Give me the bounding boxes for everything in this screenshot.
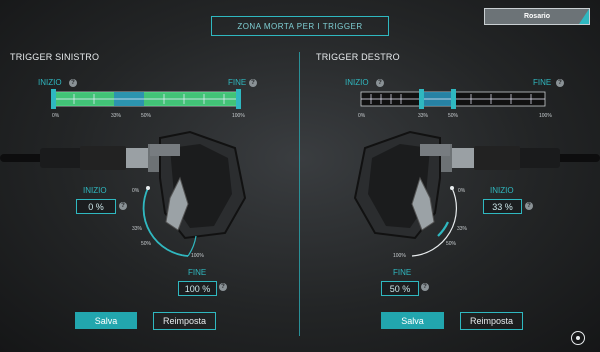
right-end-value-label: FINE: [393, 268, 412, 277]
circle-settings-icon[interactable]: [571, 331, 585, 345]
right-end-label: FINE: [533, 78, 552, 87]
right-trigger-title: TRIGGER DESTRO: [316, 52, 400, 62]
left-start-value-label: INIZIO: [83, 186, 107, 195]
right-end-value-field[interactable]: 50 %: [381, 281, 419, 296]
right-start-value-label: INIZIO: [490, 186, 514, 195]
left-end-handle[interactable]: [236, 89, 241, 109]
right-end-handle[interactable]: [451, 89, 456, 109]
left-range-bar[interactable]: [50, 89, 242, 111]
right-dial-tick-33: 33%: [457, 226, 468, 232]
profile-selector[interactable]: Rosario: [484, 8, 590, 25]
profile-corner-accent: [579, 9, 589, 24]
help-icon[interactable]: ?: [556, 79, 564, 87]
help-icon[interactable]: ?: [525, 202, 533, 210]
right-dial-arc: [437, 221, 449, 237]
left-dial-tick-0: 0%: [132, 188, 140, 194]
left-start-handle[interactable]: [51, 89, 56, 109]
left-trigger-title: TRIGGER SINISTRO: [10, 52, 100, 62]
right-dial-tick-100: 100%: [393, 253, 406, 259]
right-range-bar[interactable]: [357, 89, 549, 111]
right-dial-tick-50: 50%: [446, 241, 457, 247]
left-end-label: FINE: [228, 78, 247, 87]
left-save-button[interactable]: Salva: [75, 312, 137, 329]
help-icon[interactable]: ?: [219, 283, 227, 291]
left-end-value-label: FINE: [188, 268, 207, 277]
left-dial-tick-50: 50%: [141, 241, 152, 247]
left-start-label: INIZIO: [38, 78, 62, 87]
right-start-handle[interactable]: [419, 89, 424, 109]
right-start-value-field[interactable]: 33 %: [483, 199, 522, 214]
help-icon[interactable]: ?: [376, 79, 384, 87]
left-end-value-field[interactable]: 100 %: [178, 281, 217, 296]
help-icon[interactable]: ?: [119, 202, 127, 210]
help-icon[interactable]: ?: [249, 79, 257, 87]
left-start-value-field[interactable]: 0 %: [76, 199, 116, 214]
help-icon[interactable]: ?: [69, 79, 77, 87]
center-divider: [299, 52, 300, 336]
left-dial-tick-100: 100%: [191, 253, 204, 259]
help-icon[interactable]: ?: [421, 283, 429, 291]
right-start-label: INIZIO: [345, 78, 369, 87]
left-reset-button[interactable]: Reimposta: [153, 312, 216, 330]
right-reset-button[interactable]: Reimposta: [460, 312, 523, 330]
right-dial-tick-0: 0%: [458, 188, 466, 194]
page-title: ZONA MORTA PER I TRIGGER: [211, 16, 389, 36]
profile-name: Rosario: [523, 13, 551, 20]
right-save-button[interactable]: Salva: [381, 312, 444, 329]
left-dial-tick-33: 33%: [132, 226, 143, 232]
